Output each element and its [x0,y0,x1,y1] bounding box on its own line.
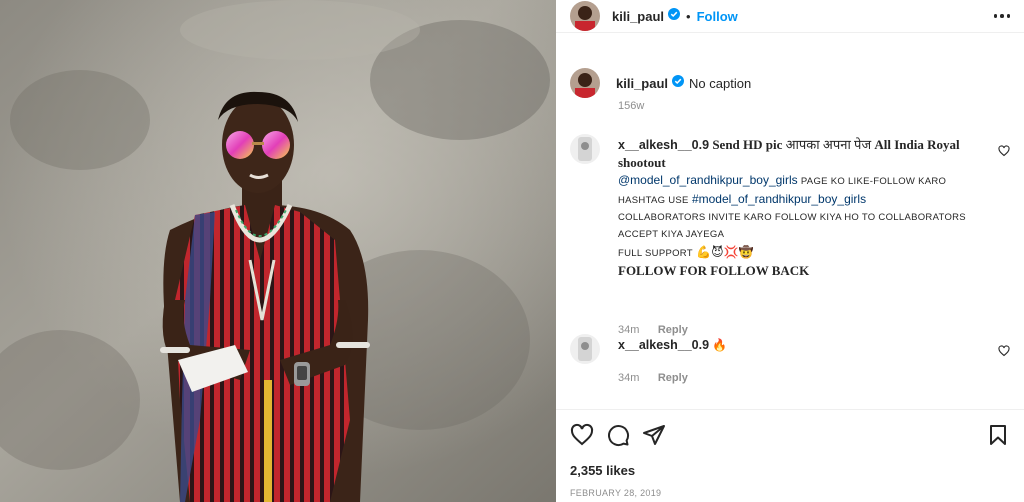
comment-text: collaborators invite karo follow kiya ho… [618,212,966,223]
avatar[interactable] [570,1,600,31]
comment-text: accept kiya jayega [618,229,725,240]
follow-button[interactable]: Follow [697,9,738,24]
bookmark-icon[interactable] [986,423,1010,452]
commenter-avatar[interactable] [570,334,600,364]
comment-text: All India Royal [874,137,960,152]
hashtag-link[interactable]: #model_of_randhikpur_boy_girls [692,192,866,206]
comment-time: 34m [618,324,640,336]
caption-row: kili_paul No caption [570,68,1010,98]
comment-text: shootout [618,155,666,170]
comment-text: आपका अपना पेज [785,137,872,152]
commenter-avatar[interactable] [570,134,600,164]
post-photo[interactable] [0,0,556,502]
reply-button[interactable]: Reply [658,324,688,336]
verified-badge-icon [668,7,681,25]
post-details-panel: kili_paul • Follow kili_paul No caption … [556,0,1024,502]
separator-dot: • [686,8,691,24]
caption-avatar[interactable] [570,68,600,98]
send-icon[interactable] [642,423,666,452]
comment-like-heart-icon[interactable] [998,344,1010,362]
comment-text: full support [618,248,693,259]
comment-text: Send HD pic [712,137,783,152]
header-username[interactable]: kili_paul [612,9,664,24]
reply-button[interactable]: Reply [658,372,688,384]
heart-icon[interactable] [570,423,594,452]
caption-username[interactable]: kili_paul [616,76,668,91]
avatar-image [570,134,600,164]
comments-section[interactable]: kili_paul No caption 156w x__alkesh__0.9… [556,34,1024,410]
comment-icon[interactable] [606,423,630,452]
comment-username[interactable]: x__alkesh__0.9 [618,338,709,352]
fire-emoji: 🔥 [712,338,728,352]
more-options-icon[interactable] [993,14,1010,18]
mention-link[interactable]: @model_of_randhikpur_boy_girls [618,173,798,187]
caption-time: 156w [618,100,645,112]
avatar-image [570,1,600,31]
avatar-image [570,334,600,364]
comment-username[interactable]: x__alkesh__0.9 [618,138,709,152]
verified-badge-icon [672,74,685,92]
comment-text: hashtag use [618,195,689,206]
post-image [0,0,556,502]
post-actions [570,423,1010,452]
post-header: kili_paul • Follow [556,0,1024,33]
avatar-image [570,68,600,98]
comment-body: x__alkesh__0.9 🔥 [618,336,727,354]
comment-text: FOLLOW FOR FOLLOW BACK [618,263,810,278]
comment-text: page ko like-follow karo [800,176,947,187]
post-date: FEBRUARY 28, 2019 [570,488,662,498]
caption-text: No caption [689,75,752,91]
likes-count[interactable]: 2,355 likes [570,463,635,478]
comment-meta: 34m Reply [618,368,688,386]
comment-like-heart-icon[interactable] [998,144,1010,162]
comment-body: x__alkesh__0.9 Send HD pic आपका अपना पेज… [618,136,986,279]
comment-emoji: 💪😈💢🤠 [696,245,754,259]
comment-time: 34m [618,372,640,384]
